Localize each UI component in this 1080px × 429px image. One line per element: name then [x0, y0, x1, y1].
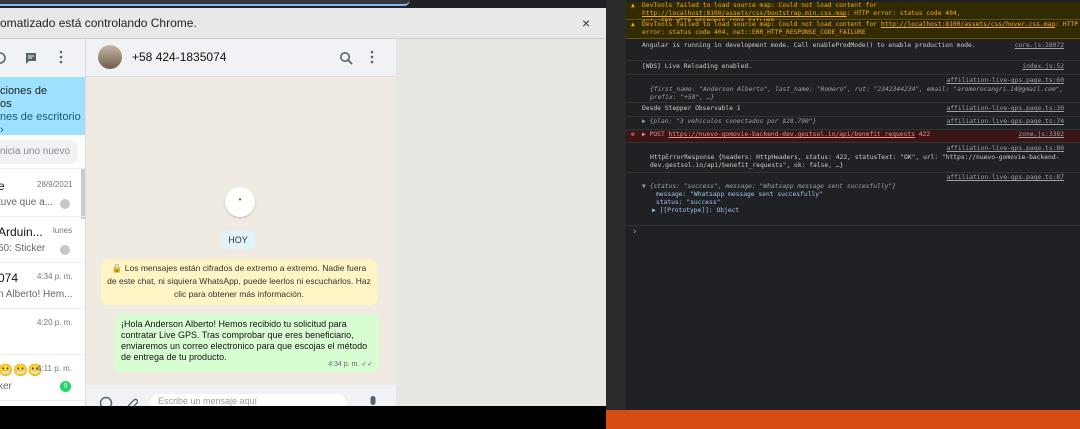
chat-time: 4:20 p. m. [37, 318, 73, 327]
automation-infobar: omatizado está controlando Chrome. × [0, 8, 606, 39]
chat-list-item[interactable]: 4:20 p. m. [0, 309, 85, 355]
taskbar-strip [0, 406, 606, 429]
object-preview[interactable]: ▼ {status: "success", message: "Whatsapp… [642, 183, 1080, 191]
source-link[interactable]: affiliation-live-gps.page.ts:87 [946, 174, 1064, 182]
chat-preview: 50: Sticker [0, 243, 46, 254]
console-log[interactable]: affiliation-live-gps.page.ts:60 {first_n… [626, 77, 1080, 103]
object-property: message: "Whatsapp message sent succesfu… [656, 191, 823, 198]
contact-name[interactable]: +58 424-1835074 [132, 50, 226, 64]
console-warning: ▲ DevTools failed to load source map: Co… [626, 2, 1080, 25]
close-icon[interactable]: × [582, 8, 596, 39]
banner-line-1: ciones de [0, 85, 48, 97]
sidebar-header [0, 39, 85, 77]
warning-text: DevTools failed to load source map: Coul… [642, 2, 878, 9]
avatar[interactable] [98, 45, 122, 69]
source-map-link[interactable]: http://localhost:8100/assets/css/bootstr… [642, 10, 847, 17]
object-prototype[interactable]: ▶ [[Prototype]]: Object [642, 207, 1080, 215]
log-text: Angular is running in development mode. … [642, 42, 976, 49]
warning-icon: ▲ [631, 21, 635, 28]
source-link[interactable]: index.js:52 [1022, 63, 1064, 71]
chat-list-item[interactable]: 074 n Alberto! Hem... 4:34 p. m. [0, 263, 85, 309]
menu-icon[interactable] [58, 50, 64, 64]
encryption-notice[interactable]: 🔒 Los mensajes están cifrados de extremo… [101, 259, 377, 305]
browser-window: omatizado está controlando Chrome. × cio… [0, 0, 606, 410]
console-error[interactable]: ⊗ ▶ POST https://nuevo-gomovie-backend-d… [626, 131, 1080, 143]
error-icon: ⊗ [631, 131, 635, 138]
status-icon[interactable] [0, 51, 8, 65]
source-map-link[interactable]: http://localhost:8100/assets/css/hover.c… [881, 21, 1055, 28]
chat-time: 4:11 p. m. [37, 364, 72, 373]
browser-titlebar [0, 0, 606, 8]
banner-line-2: os [0, 98, 12, 110]
chat-time: lunes [53, 226, 73, 235]
unread-badge: 9 [60, 381, 71, 392]
muted-icon [60, 245, 70, 255]
chat-time: 28/9/2021 [37, 180, 73, 189]
chat-list-sidebar: ciones de os nes de escritorio › nicia u… [0, 39, 86, 406]
search-input[interactable]: nicia uno nuevo [0, 140, 78, 164]
chat-list-item[interactable]: 😬😬😬 ker 4:11 p. m. 9 [0, 355, 85, 401]
source-link[interactable]: affiliation-live-gps.page.ts:74 [946, 118, 1064, 126]
chat-time: 4:34 p. m. [37, 272, 73, 281]
chat-header[interactable]: +58 424-1835074 [86, 39, 396, 77]
console-log[interactable]: ▶ {plan: "3 vehiculos conectados por $28… [626, 118, 1080, 130]
chat-name: 074 [0, 271, 19, 285]
request-url-link[interactable]: https://nuevo-gomovie-backend-dev.gestso… [669, 131, 915, 138]
source-link[interactable]: zone.js:3382 [1019, 131, 1065, 139]
console-warning: ▲ DevTools failed to load source map: Co… [626, 21, 1080, 39]
muted-icon [60, 199, 70, 209]
object-property: status: "success" [656, 199, 721, 206]
object-preview[interactable]: HttpErrorResponse {headers: HttpHeaders,… [642, 154, 1080, 170]
source-link[interactable]: affiliation-live-gps.page.ts:80 [946, 145, 1064, 153]
chat-preview: ker [0, 381, 12, 392]
chat-list-item[interactable]: e tuve que a... 28/9/2021 [0, 171, 85, 217]
devtools-console: ▲ DevTools failed to load source map: Co… [626, 0, 1080, 410]
desktop-background [606, 410, 1080, 429]
source-link[interactable]: affiliation-live-gps.page.ts:30 [946, 105, 1064, 113]
warning-text: DevTools failed to load source map: Coul… [642, 21, 881, 28]
chat-preview: n Alberto! Hem... [0, 289, 73, 300]
desktop-notifications-banner[interactable]: ciones de os nes de escritorio › [0, 77, 85, 137]
day-separator: HOY [221, 231, 255, 249]
console-log: Desde Stepper Observable 1 affiliation-l… [626, 105, 1080, 117]
message-time: 4:34 p. m. ✓✓ [328, 361, 373, 368]
menu-icon[interactable] [369, 50, 375, 64]
console-log: [WDS] Live Reloading enabled. index.js:5… [626, 63, 1080, 75]
object-preview[interactable]: {first_name: "Anderson Alberto", last_na… [642, 86, 1080, 102]
banner-link[interactable]: nes de escritorio › [0, 111, 85, 137]
chat-list-item[interactable]: Arduin... 50: Sticker lunes [0, 217, 85, 263]
log-text: [WDS] Live Reloading enabled. [642, 63, 752, 70]
address-bar[interactable] [0, 0, 410, 6]
chat-preview: tuve que a... [0, 197, 54, 208]
chat-name: e [0, 179, 5, 193]
message-composer: Escribe un mensaje aquí [86, 385, 396, 410]
loading-spinner: • [225, 187, 255, 217]
chat-name: Arduin... [0, 225, 43, 239]
chat-messages-area: • HOY 🔒 Los mensajes están cifrados de e… [86, 77, 396, 385]
new-chat-icon[interactable] [24, 51, 38, 65]
source-link[interactable]: core.js:28072 [1015, 42, 1064, 50]
outgoing-message[interactable]: ¡Hola Anderson Alberto! Hemos recibido t… [115, 314, 379, 372]
error-prefix: ▶ POST [642, 131, 669, 138]
source-link[interactable]: affiliation-live-gps.page.ts:60 [946, 77, 1064, 85]
search-icon[interactable] [339, 51, 353, 65]
window-divider [606, 0, 626, 429]
console-log[interactable]: affiliation-live-gps.page.ts:80 HttpErro… [626, 145, 1080, 173]
status-code: 422 [918, 131, 931, 138]
console-log: Angular is running in development mode. … [626, 42, 1080, 61]
console-prompt[interactable]: › [632, 227, 637, 237]
infobar-text: omatizado está controlando Chrome. [0, 16, 197, 30]
log-text: Desde Stepper Observable 1 [642, 105, 741, 112]
message-text: ¡Hola Anderson Alberto! Hemos recibido t… [121, 319, 368, 362]
console-log[interactable]: affiliation-live-gps.page.ts:87 ▼ {statu… [626, 174, 1080, 226]
warning-icon: ▲ [631, 2, 635, 9]
object-preview[interactable]: ▶ {plan: "3 vehiculos conectados por $28… [642, 118, 816, 125]
